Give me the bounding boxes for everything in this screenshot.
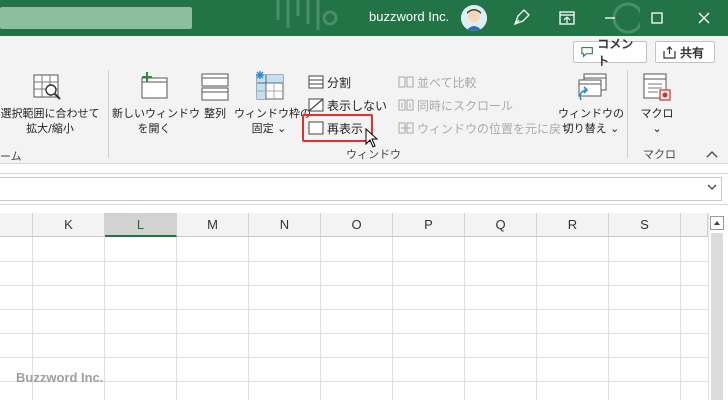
zoom-to-selection-icon bbox=[33, 74, 61, 100]
title-bar: buzzword Inc. bbox=[0, 0, 728, 36]
arrange-all-icon bbox=[201, 73, 229, 101]
scrollbar-thumb[interactable] bbox=[711, 233, 723, 400]
grid-line bbox=[0, 309, 708, 310]
freeze-panes-label-2: 固定 ⌄ bbox=[251, 122, 287, 135]
zoom-to-selection-label-1: 選択範囲に合わせて bbox=[0, 107, 100, 120]
maximize-icon[interactable] bbox=[645, 6, 669, 30]
hide-button[interactable]: 表示しない bbox=[308, 95, 387, 115]
scroll-up-button[interactable] bbox=[710, 216, 724, 230]
switch-windows-icon bbox=[578, 73, 607, 101]
column-header[interactable] bbox=[681, 213, 708, 237]
group-separator bbox=[108, 70, 109, 158]
column-header-s[interactable]: S bbox=[609, 213, 681, 237]
search-box[interactable] bbox=[0, 7, 192, 29]
grid-line bbox=[0, 261, 708, 262]
column-header-o[interactable]: O bbox=[321, 213, 393, 237]
freeze-panes-button[interactable]: ウィンドウ枠の 固定 ⌄ bbox=[234, 106, 311, 136]
macro-group-label: マクロ bbox=[643, 148, 676, 161]
arrange-all-label: 整列 bbox=[204, 107, 226, 120]
hide-window-icon bbox=[308, 98, 324, 112]
pen-icon[interactable] bbox=[509, 6, 533, 30]
column-header[interactable] bbox=[0, 213, 33, 237]
sync-scroll-icon bbox=[398, 99, 414, 111]
mouse-pointer-icon bbox=[365, 128, 379, 148]
grid-line bbox=[0, 381, 708, 382]
reset-window-position-button[interactable]: ウィンドウの位置を元に戻す bbox=[398, 118, 573, 138]
share-icon bbox=[663, 45, 676, 59]
column-header-m[interactable]: M bbox=[177, 213, 249, 237]
switch-windows-label-1: ウィンドウの bbox=[558, 107, 624, 120]
side-by-side-icon bbox=[398, 76, 414, 88]
group-separator bbox=[627, 70, 628, 158]
new-window-label-2: を開く bbox=[137, 122, 171, 135]
comment-icon bbox=[581, 47, 593, 58]
column-header-l[interactable]: L bbox=[105, 213, 177, 237]
decorative-pattern-icon bbox=[276, 0, 338, 30]
zoom-to-selection-label-2: 拡大/縮小 bbox=[26, 122, 74, 135]
column-header-p[interactable]: P bbox=[393, 213, 465, 237]
worksheet-grid[interactable]: K L M N O P Q R S bbox=[0, 213, 708, 400]
freeze-panes-label-1: ウィンドウ枠の bbox=[234, 107, 311, 120]
formula-input[interactable] bbox=[0, 177, 722, 201]
split-label: 分割 bbox=[327, 75, 352, 90]
zoom-to-selection-button[interactable]: 選択範囲に合わせて 拡大/縮小 bbox=[0, 106, 104, 136]
account-name[interactable]: buzzword Inc. bbox=[369, 9, 449, 24]
column-header-q[interactable]: Q bbox=[465, 213, 537, 237]
share-label: 共有 bbox=[680, 45, 705, 60]
collapse-ribbon-icon[interactable] bbox=[706, 150, 718, 158]
window-group-label: ウィンドウ bbox=[346, 148, 401, 161]
comment-label: コメント bbox=[597, 37, 634, 68]
macro-label: マクロ bbox=[640, 107, 674, 120]
column-header-k[interactable]: K bbox=[33, 213, 105, 237]
close-icon[interactable] bbox=[692, 6, 716, 30]
split-button[interactable]: 分割 bbox=[308, 72, 351, 92]
switch-windows-label-2: 切り替え ⌄ bbox=[562, 122, 620, 135]
hide-label: 表示しない bbox=[327, 98, 388, 113]
new-window-button[interactable]: 新しいウィンドウ を開く bbox=[112, 106, 200, 136]
switch-windows-button[interactable]: ウィンドウの 切り替え ⌄ bbox=[558, 106, 624, 136]
scroll-up-icon bbox=[714, 221, 720, 225]
avatar-icon[interactable] bbox=[461, 5, 487, 31]
macro-dropdown-chevron-icon: ⌄ bbox=[652, 122, 662, 135]
new-window-icon bbox=[141, 72, 168, 99]
arrange-all-button[interactable]: 整列 bbox=[198, 106, 232, 121]
expand-formula-bar-icon[interactable] bbox=[707, 182, 717, 192]
unhide-highlight-box bbox=[302, 114, 373, 142]
view-side-by-side-label: 並べて比較 bbox=[417, 75, 477, 90]
new-window-label-1: 新しいウィンドウ bbox=[112, 107, 200, 120]
grid-line bbox=[0, 357, 708, 358]
share-button[interactable]: 共有 bbox=[655, 41, 715, 63]
comment-button[interactable]: コメント bbox=[573, 37, 647, 68]
reset-position-icon bbox=[398, 122, 414, 134]
freeze-panes-icon bbox=[256, 71, 284, 100]
column-header-n[interactable]: N bbox=[249, 213, 321, 237]
zoom-group-label: ーム bbox=[0, 150, 22, 163]
synchronous-scrolling-label: 同時にスクロール bbox=[417, 98, 514, 113]
column-header-r[interactable]: R bbox=[537, 213, 609, 237]
grid-line bbox=[0, 333, 708, 334]
ribbon-display-icon[interactable] bbox=[555, 6, 579, 30]
view-side-by-side-button[interactable]: 並べて比較 bbox=[398, 72, 477, 92]
macro-button[interactable]: マクロ ⌄ bbox=[634, 106, 680, 136]
reset-window-position-label: ウィンドウの位置を元に戻す bbox=[417, 121, 574, 136]
split-icon bbox=[308, 75, 324, 89]
macro-icon bbox=[643, 73, 671, 101]
formula-bar bbox=[0, 173, 728, 205]
synchronous-scrolling-button[interactable]: 同時にスクロール bbox=[398, 95, 513, 115]
minimize-icon[interactable] bbox=[598, 6, 622, 30]
grid-line bbox=[0, 285, 708, 286]
watermark: Buzzword Inc. bbox=[16, 370, 104, 385]
